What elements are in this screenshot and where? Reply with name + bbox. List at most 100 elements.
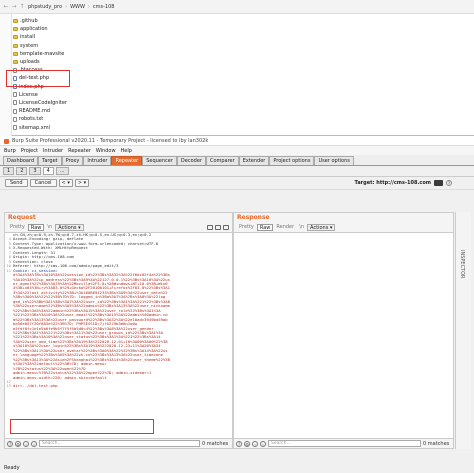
tab-raw[interactable]: Raw bbox=[256, 224, 274, 231]
tab-user-options[interactable]: User options bbox=[314, 156, 354, 165]
file-name: sitemap.xml bbox=[19, 124, 50, 131]
single-view-icon[interactable] bbox=[223, 225, 229, 230]
repeater-toolbar: Send Cancel < ▾ > ▾ Target: http://cms-1… bbox=[0, 177, 474, 190]
response-view-tabs: Pretty Raw Render \n Actions ▾ bbox=[234, 223, 453, 233]
request-search-input[interactable]: Search... bbox=[39, 440, 200, 447]
file-name: template-mavsite bbox=[20, 50, 65, 57]
next-match-icon[interactable]: › bbox=[31, 440, 37, 447]
inspector-panel[interactable]: INSPECTOR bbox=[455, 212, 471, 449]
repeater-subtab[interactable]: 4 bbox=[42, 167, 54, 175]
help-icon[interactable]: ? bbox=[446, 180, 452, 186]
actions-dropdown[interactable]: Actions ▾ bbox=[55, 224, 84, 231]
up-arrow-icon[interactable]: ↑ bbox=[18, 3, 26, 11]
file-item[interactable]: install bbox=[13, 33, 213, 41]
tab-newline[interactable]: \n bbox=[297, 224, 306, 231]
file-item[interactable]: system bbox=[13, 42, 213, 50]
tab-comparer[interactable]: Comparer bbox=[205, 156, 239, 165]
menu-item[interactable]: Window bbox=[96, 148, 116, 154]
highlight-box-file bbox=[6, 70, 70, 87]
response-match-count: 0 matches bbox=[423, 440, 450, 447]
tab-newline[interactable]: \n bbox=[45, 224, 54, 231]
menu-item[interactable]: Burp bbox=[4, 148, 16, 154]
edit-target-icon[interactable] bbox=[434, 180, 443, 186]
breadcrumb-item[interactable]: cms-108 bbox=[93, 4, 115, 10]
previous-match-icon[interactable]: ‹ bbox=[252, 440, 258, 447]
tab-sequencer[interactable]: Sequencer bbox=[142, 156, 177, 165]
breadcrumb-item[interactable]: WWW bbox=[70, 4, 85, 10]
title-bar: Burp Suite Professional v2020.11 - Tempo… bbox=[0, 137, 474, 146]
file-item[interactable]: sitemap.xml bbox=[13, 123, 213, 131]
file-name: application bbox=[20, 26, 48, 33]
request-editor[interactable]: ch-CN,zh;q=0.9,zh-TW;q=0.7,zh-HK;q=0.5,e… bbox=[5, 233, 234, 440]
file-item[interactable]: License bbox=[13, 91, 213, 99]
repeater-subtab[interactable]: ... bbox=[55, 167, 69, 175]
tab-pretty[interactable]: Pretty bbox=[237, 224, 256, 231]
file-name: LicenseCodeIgniter bbox=[19, 99, 67, 106]
tab-dashboard[interactable]: Dashboard bbox=[3, 156, 39, 165]
target-label: Target: http://cms-108.com bbox=[354, 180, 431, 186]
target-display: Target: http://cms-108.com ? bbox=[355, 180, 452, 186]
tab-project-options[interactable]: Project options bbox=[269, 156, 315, 165]
repeater-subtabs: 1 2 3 4... bbox=[0, 166, 474, 177]
request-line: 13 dir=../del-test.php bbox=[5, 383, 234, 388]
repeater-subtab[interactable]: 2 bbox=[16, 167, 28, 175]
horizontal-view-icon[interactable] bbox=[215, 225, 221, 230]
response-pane: Response Pretty Raw Render \n Actions ▾ … bbox=[233, 212, 454, 449]
tab-repeater[interactable]: Repeater bbox=[111, 156, 143, 165]
help-icon[interactable]: ? bbox=[7, 440, 13, 447]
tab-pretty[interactable]: Pretty bbox=[8, 224, 27, 231]
file-item[interactable]: uploads bbox=[13, 58, 213, 66]
request-match-count: 0 matches bbox=[202, 440, 229, 447]
tab-intruder[interactable]: Intruder bbox=[83, 156, 112, 165]
tab-raw[interactable]: Raw bbox=[27, 224, 45, 231]
address-bar[interactable]: ← → ↑ phpstudy_pro › WWW › cms-108 bbox=[0, 0, 474, 14]
folder-icon bbox=[13, 35, 18, 40]
file-name: uploads bbox=[20, 59, 40, 66]
request-pane: Request Pretty Raw \n Actions ▾ ch-CN,zh… bbox=[4, 212, 233, 449]
previous-match-icon[interactable]: ‹ bbox=[23, 440, 29, 447]
actions-label: Actions bbox=[58, 225, 77, 231]
next-match-icon[interactable]: › bbox=[260, 440, 266, 447]
breadcrumb[interactable]: phpstudy_pro › WWW › cms-108 bbox=[28, 3, 114, 11]
repeater-subtab[interactable]: 1 bbox=[3, 167, 15, 175]
breadcrumb-item[interactable]: phpstudy_pro bbox=[28, 4, 62, 10]
folder-icon bbox=[13, 60, 18, 65]
tab-decoder[interactable]: Decoder bbox=[176, 156, 206, 165]
menu-item[interactable]: Project bbox=[21, 148, 38, 154]
back-history-icon[interactable]: < ▾ bbox=[58, 179, 73, 187]
breadcrumb-separator-icon: › bbox=[87, 4, 90, 10]
tab-extender[interactable]: Extender bbox=[238, 156, 270, 165]
split-view-icon[interactable] bbox=[207, 225, 213, 230]
send-button[interactable]: Send bbox=[5, 179, 28, 187]
repeater-subtab[interactable]: 3 bbox=[29, 167, 41, 175]
file-item[interactable]: LicenseCodeIgniter bbox=[13, 99, 213, 107]
file-item[interactable]: application bbox=[13, 25, 213, 33]
help-icon[interactable]: ? bbox=[236, 440, 242, 447]
response-search-bar: ? ⚙ ‹ › Search... 0 matches bbox=[234, 438, 453, 448]
file-name: robots.txt bbox=[19, 116, 44, 123]
settings-gear-icon[interactable]: ⚙ bbox=[244, 440, 250, 447]
folder-icon bbox=[13, 43, 18, 48]
actions-dropdown[interactable]: Actions ▾ bbox=[307, 224, 336, 231]
cancel-button[interactable]: Cancel bbox=[29, 179, 57, 187]
forward-history-icon[interactable]: > ▾ bbox=[74, 179, 90, 187]
menu-item[interactable]: Intruder bbox=[43, 148, 63, 154]
response-search-input[interactable]: Search... bbox=[268, 440, 421, 447]
menu-item[interactable]: Repeater bbox=[68, 148, 91, 154]
back-arrow-icon[interactable]: ← bbox=[2, 3, 10, 11]
file-item[interactable]: README.md bbox=[13, 107, 213, 115]
menu-item[interactable]: Help bbox=[121, 148, 132, 154]
tab-proxy[interactable]: Proxy bbox=[61, 156, 84, 165]
file-name: install bbox=[20, 34, 35, 41]
file-item[interactable]: robots.txt bbox=[13, 115, 213, 123]
menu-bar: Burp Project Intruder Repeater Window He… bbox=[0, 146, 474, 155]
file-name: system bbox=[20, 42, 39, 49]
request-search-bar: ? ⚙ ‹ › Search... 0 matches bbox=[5, 438, 232, 448]
file-item[interactable]: template-mavsite bbox=[13, 50, 213, 58]
tab-render[interactable]: Render bbox=[274, 224, 296, 231]
tab-target[interactable]: Target bbox=[38, 156, 62, 165]
file-item[interactable]: .github bbox=[13, 17, 213, 25]
forward-arrow-icon[interactable]: → bbox=[10, 3, 18, 11]
main-tabs: Dashboard Target Proxy Intruder Repeater Sequ… bbox=[0, 155, 474, 166]
settings-gear-icon[interactable]: ⚙ bbox=[15, 440, 21, 447]
